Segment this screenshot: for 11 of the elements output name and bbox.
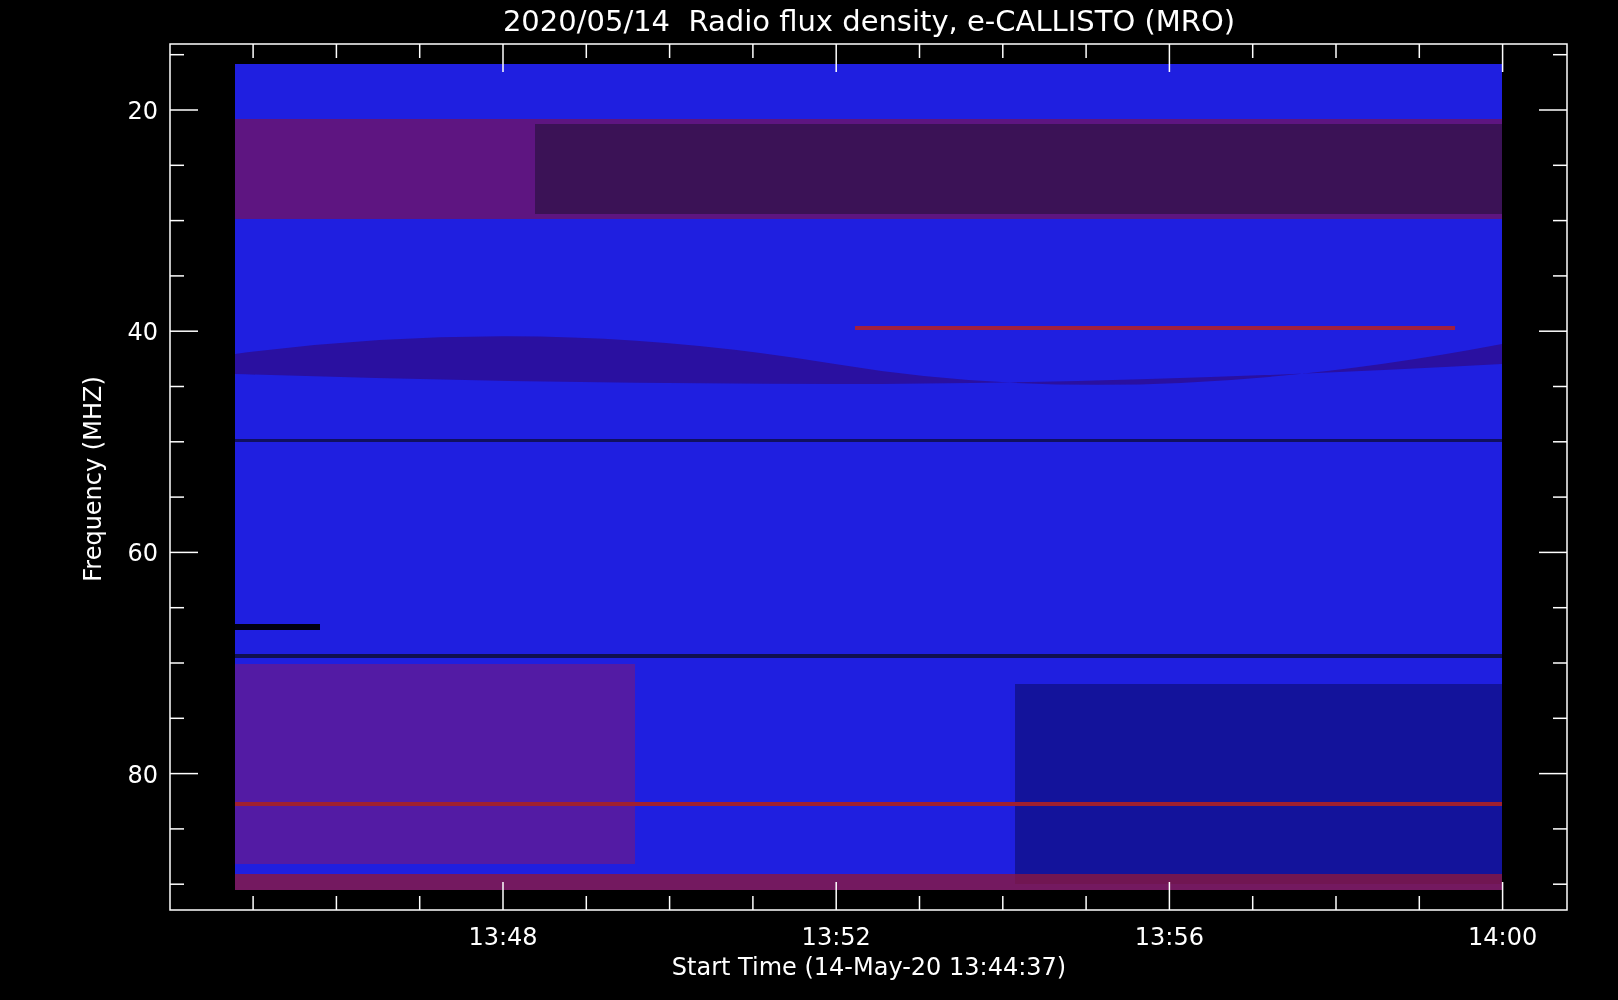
y-axis-label: Frequency (MHZ) xyxy=(79,376,107,582)
y-tick-label: 20 xyxy=(127,97,158,125)
chart-title: 2020/05/14 Radio flux density, e-CALLISTO (MRO) xyxy=(502,4,1236,38)
x-tick-label: 14:00 xyxy=(1468,923,1538,951)
y-tick-label: 40 xyxy=(127,318,158,347)
x-tick-label: 13:52 xyxy=(801,923,871,951)
y-tick-label: 60 xyxy=(127,539,158,568)
x-tick-label: 13:56 xyxy=(1134,923,1204,951)
y-tick-label: 80 xyxy=(127,760,158,789)
x-axis-label: Start Time (14-May-20 13:44:37) xyxy=(671,953,1067,981)
x-tick-label: 13:48 xyxy=(468,923,538,951)
